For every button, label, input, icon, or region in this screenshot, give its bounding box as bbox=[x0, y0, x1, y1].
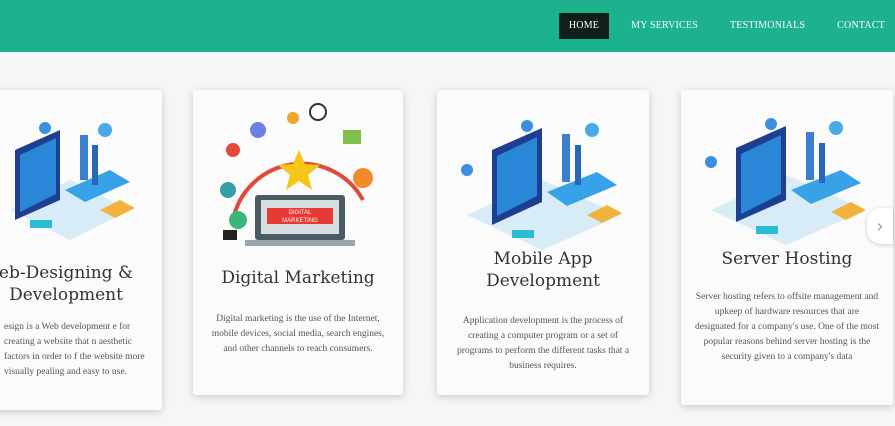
card-title: Digital Marketing bbox=[221, 268, 375, 288]
carousel-next-button[interactable]: › bbox=[867, 208, 893, 244]
nav-home[interactable]: HOME bbox=[558, 13, 610, 39]
card-description: Application development is the process o… bbox=[456, 316, 630, 371]
illustration-text-digital: DIGITAL bbox=[289, 210, 313, 216]
card-title-line2: Development bbox=[9, 285, 123, 305]
card-description: Server hosting refers to offsite managem… bbox=[695, 292, 880, 362]
top-nav-bar: HOME MY SERVICES TESTIMONIALS CONTACT bbox=[0, 0, 895, 52]
card-description: esign is a Web development e for creatin… bbox=[4, 322, 145, 377]
isometric-computer-illustration bbox=[705, 118, 866, 245]
card-title: Server Hosting bbox=[721, 249, 853, 269]
service-card-server-hosting[interactable]: Server Hosting Server hosting refers to … bbox=[681, 90, 893, 405]
service-card-mobile-app[interactable]: Mobile App Development Application devel… bbox=[437, 90, 649, 395]
digital-marketing-illustration: DIGITAL MARKETING bbox=[220, 103, 373, 246]
isometric-computer-illustration bbox=[461, 120, 622, 250]
nav-my-services[interactable]: MY SERVICES bbox=[621, 13, 708, 39]
main-nav: HOME MY SERVICES TESTIMONIALS CONTACT bbox=[547, 13, 895, 39]
nav-contact[interactable]: CONTACT bbox=[827, 13, 895, 39]
card-title: eb-Designing & bbox=[0, 263, 134, 283]
nav-testimonials[interactable]: TESTIMONIALS bbox=[720, 13, 815, 39]
service-card-web-design[interactable]: eb-Designing & Development esign is a We… bbox=[0, 90, 162, 410]
card-title-line2: Development bbox=[486, 271, 600, 291]
services-carousel: eb-Designing & Development esign is a We… bbox=[0, 52, 895, 426]
isometric-computer-illustration bbox=[10, 122, 135, 240]
service-card-digital-marketing[interactable]: DIGITAL MARKETING Digital Marketing Digi… bbox=[193, 90, 403, 395]
card-description: Digital marketing is the use of the Inte… bbox=[211, 314, 385, 354]
illustration-text-marketing: MARKETING bbox=[282, 218, 318, 224]
card-title: Mobile App bbox=[493, 249, 593, 269]
chevron-right-icon: › bbox=[876, 215, 884, 237]
